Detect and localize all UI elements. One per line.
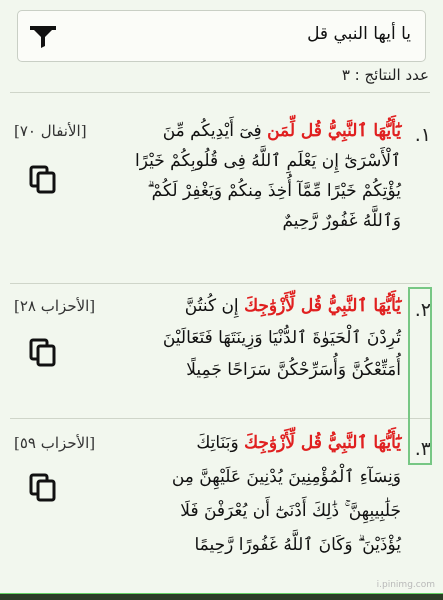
divider <box>10 418 430 419</box>
result-number: ١. <box>414 124 431 146</box>
verse-line-1: يَٰٓأَيُّهَا ٱلنَّبِيُّ قُل لِّأَزْوَٰجِ… <box>185 295 401 317</box>
search-bar[interactable]: يا أيها النبي قل <box>17 10 426 62</box>
result-item-2[interactable]: ٢. [الأحزاب ٢٨] يَٰٓأَيُّهَا ٱلنَّبِيُّ … <box>0 285 443 415</box>
results-count: عدد النتائج : ٣ <box>341 66 429 84</box>
verse-line-1-rest: وَبَنَاتِكَ <box>196 433 239 453</box>
verse-line-1-rest: فِىٓ أَيْدِيكُم مِّنَ <box>162 121 262 141</box>
verse-line-1: يَٰٓأَيُّهَا ٱلنَّبِيُّ قُل لِّأَزْوَٰجِ… <box>196 432 401 454</box>
verse-line: يُؤْتِكُمْ خَيْرًا مِّمَّآ أُخِذَ مِنكُم… <box>147 181 401 201</box>
verse-line: أُمَتِّعْكُنَّ وَأُسَرِّحْكُنَّ سَرَاحًا… <box>186 360 401 380</box>
watermark: i.pinimg.com <box>376 580 435 590</box>
filter-icon[interactable] <box>28 24 58 50</box>
result-item-1[interactable]: ١. [الأنفال ٧٠] يَٰٓأَيُّهَا ٱلنَّبِيُّ … <box>0 92 443 282</box>
verse-line: يُؤْذَيْنَ ۗ وَكَانَ ٱللَّهُ غَفُورًا رَ… <box>194 535 401 555</box>
search-query[interactable]: يا أيها النبي قل <box>307 24 411 44</box>
verse-line: وَنِسَآءِ ٱلْمُؤْمِنِينَ يُدْنِينَ عَلَي… <box>171 467 401 487</box>
verse-reference[interactable]: [الأنفال ٧٠] <box>14 122 87 140</box>
verse-line: وَٱللَّهُ غَفُورٌ رَّحِيمٌ <box>282 211 401 231</box>
verse-line: ٱلْأَسْرَىٰٓ إِن يَعْلَمِ ٱللَّهُ فِى قُ… <box>135 151 401 171</box>
verse-line-1: يَٰٓأَيُّهَا ٱلنَّبِيُّ قُل لِّمَن فِىٓ … <box>163 120 401 142</box>
verse-line: تُرِدْنَ ٱلْحَيَوٰةَ ٱلدُّنْيَا وَزِينَت… <box>162 328 401 348</box>
copy-icon[interactable] <box>28 164 58 194</box>
copy-icon[interactable] <box>28 472 58 502</box>
verse-line-1-rest: إِن كُنتُنَّ <box>184 296 239 316</box>
verse-reference[interactable]: [الأحزاب ٢٨] <box>14 297 95 315</box>
verse-line: جَلَٰبِيبِهِنَّ ۚ ذَٰلِكَ أَدْنَىٰٓ أَن … <box>180 501 401 521</box>
verse-highlight: يَٰٓأَيُّهَا ٱلنَّبِيُّ قُل لِّأَزْوَٰجِ… <box>244 433 401 453</box>
bottom-bar <box>0 594 443 600</box>
result-item-3[interactable]: ٣. [الأحزاب ٥٩] يَٰٓأَيُّهَا ٱلنَّبِيُّ … <box>0 420 443 590</box>
verse-highlight: يَٰٓأَيُّهَا ٱلنَّبِيُّ قُل لِّمَن <box>267 121 401 141</box>
copy-icon[interactable] <box>28 337 58 367</box>
verse-reference[interactable]: [الأحزاب ٥٩] <box>14 434 95 452</box>
divider <box>10 283 430 284</box>
verse-highlight: يَٰٓأَيُّهَا ٱلنَّبِيُّ قُل لِّأَزْوَٰجِ… <box>244 296 401 316</box>
selection-indicator <box>408 287 432 465</box>
